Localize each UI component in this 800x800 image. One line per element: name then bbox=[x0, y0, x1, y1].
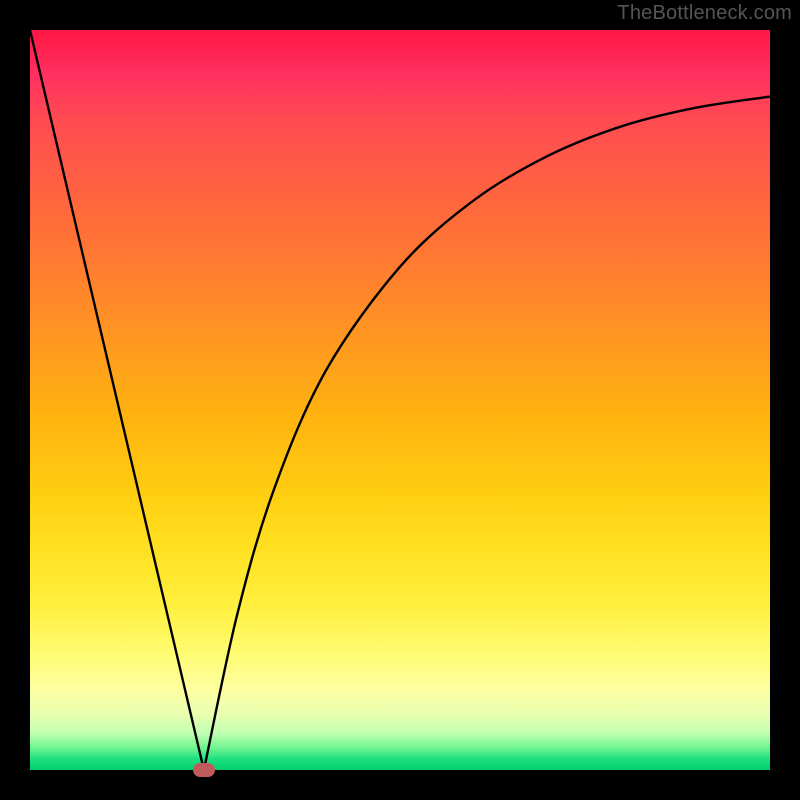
curve-left bbox=[30, 30, 204, 770]
watermark-text: TheBottleneck.com bbox=[617, 2, 792, 25]
minimum-marker bbox=[193, 763, 215, 777]
plot-area bbox=[30, 30, 770, 770]
curve-right bbox=[204, 97, 770, 770]
chart-frame: TheBottleneck.com bbox=[0, 0, 800, 800]
curve-svg bbox=[30, 30, 770, 770]
